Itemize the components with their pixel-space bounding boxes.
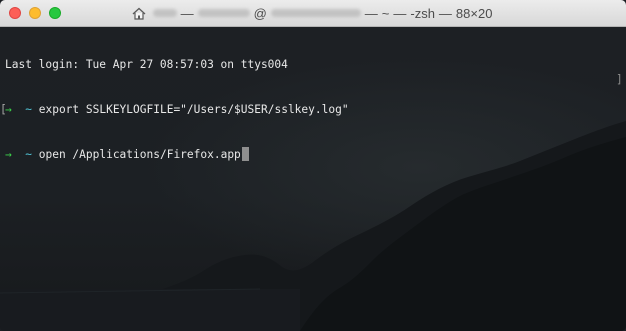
- window-title: — @ — ~ — -zsh — 88×20: [0, 0, 626, 26]
- prompt-line: [→ ~ export SSLKEYLOGFILE="/Users/$USER/…: [0, 102, 349, 117]
- title-separator: —: [180, 5, 194, 21]
- prompt-line[interactable]: → ~ open /Applications/Firefox.app: [5, 147, 349, 162]
- text-cursor: [241, 147, 249, 161]
- last-login-line: Last login: Tue Apr 27 08:57:03 on ttys0…: [5, 58, 288, 71]
- redacted-username: [152, 9, 177, 17]
- home-folder-icon: [132, 7, 146, 20]
- title-dimensions: 88×20: [455, 5, 493, 21]
- mark-bracket: ]: [616, 73, 623, 86]
- title-shell: -zsh: [410, 5, 435, 21]
- terminal-output: Last login: Tue Apr 27 08:57:03 on ttys0…: [0, 27, 349, 192]
- prompt-directory: ~: [25, 103, 32, 116]
- redacted-hostname: [270, 9, 361, 17]
- title-directory: ~: [381, 5, 390, 21]
- title-separator: —: [438, 5, 452, 21]
- prompt-arrow-icon: →: [5, 148, 12, 161]
- terminal-window: — @ — ~ — -zsh — 88×20 Last login: Tue A…: [0, 0, 626, 331]
- terminal-content[interactable]: Last login: Tue Apr 27 08:57:03 on ttys0…: [0, 27, 626, 331]
- title-separator: —: [393, 5, 407, 21]
- redacted-username: [197, 9, 250, 17]
- title-bar[interactable]: — @ — ~ — -zsh — 88×20: [0, 0, 626, 27]
- mark-bracket: [: [0, 103, 7, 116]
- title-at-sign: @: [253, 5, 267, 21]
- command-text: open /Applications/Firefox.app: [38, 148, 241, 161]
- title-separator: —: [364, 5, 378, 21]
- prompt-directory: ~: [25, 148, 32, 161]
- command-text: export SSLKEYLOGFILE="/Users/$USER/sslke…: [38, 103, 349, 116]
